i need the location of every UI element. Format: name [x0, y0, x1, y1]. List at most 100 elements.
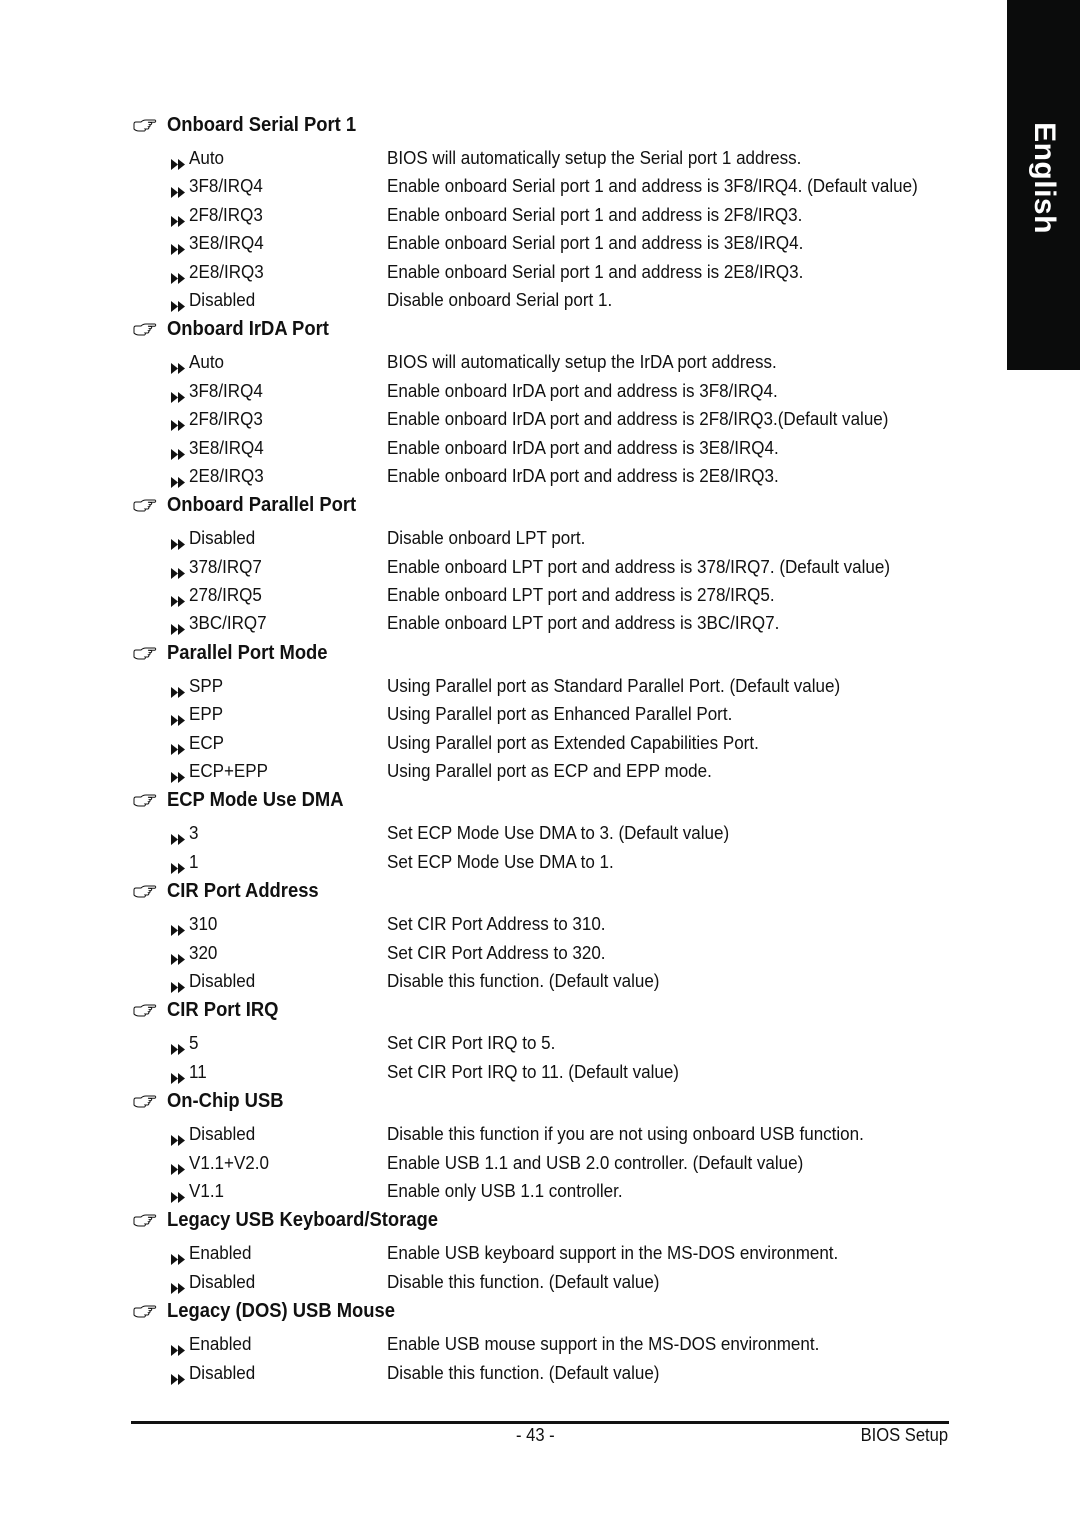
option-description: Disable onboard Serial port 1. — [387, 288, 613, 310]
double-right-arrow-icon — [171, 533, 186, 551]
settings-section: CIR Port Address 310 Set CIR Port Address … — [133, 876, 953, 995]
option-row: V1.1+V2.0 Enable USB 1.1 and USB 2.0 cont… — [133, 1149, 953, 1177]
option-description: Enable USB keyboard support in the MS-DO… — [387, 1242, 839, 1264]
option-row: 11 Set CIR Port IRQ to 11. (Default value… — [133, 1058, 953, 1086]
option-description: Enable only USB 1.1 controller. — [387, 1179, 623, 1201]
option-value: EPP — [189, 703, 224, 725]
option-row: ECP+EPP Using Parallel port as ECP and EP… — [133, 757, 953, 785]
option-row: 2F8/IRQ3 Enable onboard IrDA port and add… — [133, 405, 953, 433]
double-right-arrow-icon — [171, 618, 186, 636]
option-row: 378/IRQ7 Enable onboard LPT port and addr… — [133, 553, 953, 581]
option-description: Disable this function. (Default value) — [387, 1361, 660, 1383]
section-header: Parallel Port Mode — [133, 638, 953, 672]
option-value: 3F8/IRQ4 — [189, 379, 263, 401]
option-row: Enabled Enable USB keyboard support in th… — [133, 1239, 953, 1267]
double-right-arrow-icon — [171, 738, 186, 755]
option-value: ECP — [189, 731, 225, 753]
double-right-arrow-icon — [171, 181, 186, 199]
section-title: CIR Port Address — [167, 880, 319, 903]
section-title: Onboard Parallel Port — [167, 494, 357, 517]
section-header: Legacy USB Keyboard/Storage — [133, 1205, 953, 1239]
section-header: CIR Port IRQ — [133, 995, 953, 1029]
double-right-arrow-icon — [171, 386, 186, 403]
double-right-arrow-icon — [171, 471, 186, 488]
settings-section: Onboard Serial Port 1 Auto BIOS will autom… — [133, 110, 953, 314]
option-row: 3E8/IRQ4 Enable onboard IrDA port and add… — [133, 434, 953, 462]
option-row: 278/IRQ5 Enable onboard LPT port and addr… — [133, 581, 953, 609]
option-value: V1.1 — [189, 1179, 225, 1201]
option-row: 310 Set CIR Port Address to 310. — [133, 910, 953, 938]
pointing-hand-icon — [133, 794, 157, 808]
section-title: Legacy USB Keyboard/Storage — [167, 1209, 438, 1232]
option-description: Using Parallel port as Enhanced Parallel… — [387, 703, 733, 725]
pointing-hand-icon — [133, 1095, 157, 1109]
section-header: CIR Port Address — [133, 876, 953, 910]
option-value: Disabled — [189, 288, 256, 310]
option-description: Set CIR Port IRQ to 11. (Default value) — [387, 1060, 679, 1082]
option-description: Disable this function if you are not usi… — [387, 1123, 864, 1145]
footer-chapter-title: BIOS Setup — [860, 1425, 948, 1445]
double-right-arrow-icon — [171, 443, 186, 460]
option-value: 320 — [189, 941, 218, 963]
option-description: Disable this function. (Default value) — [387, 1270, 660, 1292]
option-value: Disabled — [189, 969, 256, 991]
option-description: Using Parallel port as Standard Parallel… — [387, 674, 841, 696]
option-description: Enable USB 1.1 and USB 2.0 controller. (… — [387, 1151, 804, 1173]
option-value: Auto — [189, 147, 225, 168]
option-description: Enable onboard Serial port 1 and address… — [387, 203, 803, 225]
option-value: 2E8/IRQ3 — [189, 260, 264, 282]
double-right-arrow-icon — [171, 681, 186, 698]
double-right-arrow-icon — [171, 709, 186, 727]
double-right-arrow-icon — [171, 1186, 186, 1203]
option-row: 3F8/IRQ4 Enable onboard IrDA port and add… — [133, 377, 953, 405]
option-description: Enable onboard LPT port and address is 3… — [387, 612, 780, 634]
option-row: Enabled Enable USB mouse support in the M… — [133, 1330, 953, 1358]
option-row: 3E8/IRQ4 Enable onboard Serial port 1 and… — [133, 229, 953, 257]
section-header: On-Chip USB — [133, 1086, 953, 1120]
option-value: 2F8/IRQ3 — [189, 408, 263, 430]
language-tab: English — [1007, 0, 1080, 370]
option-row: 2E8/IRQ3 Enable onboard Serial port 1 and… — [133, 258, 953, 286]
option-value: 310 — [189, 913, 218, 935]
pointing-hand-icon — [133, 1214, 157, 1228]
option-description: Using Parallel port as ECP and EPP mode. — [387, 760, 712, 782]
option-row: 320 Set CIR Port Address to 320. — [133, 939, 953, 967]
double-right-arrow-icon — [171, 857, 186, 874]
settings-section: CIR Port IRQ 5 Set CIR Port IRQ to 5. 11 Set… — [133, 995, 953, 1086]
option-value: 2E8/IRQ3 — [189, 464, 264, 486]
section-header: Legacy (DOS) USB Mouse — [133, 1296, 953, 1330]
option-row: Disabled Disable this function. (Default … — [133, 1268, 953, 1296]
option-row: 3F8/IRQ4 Enable onboard Serial port 1 and… — [133, 172, 953, 200]
section-header: Onboard Parallel Port — [133, 490, 953, 524]
section-header: Onboard IrDA Port — [133, 314, 953, 348]
option-description: Disable this function. (Default value) — [387, 969, 660, 991]
option-row: Auto BIOS will automatically setup the Ir… — [133, 348, 953, 376]
option-description: Enable USB mouse support in the MS-DOS e… — [387, 1333, 820, 1355]
section-title: ECP Mode Use DMA — [167, 789, 344, 812]
option-row: 3BC/IRQ7 Enable onboard LPT port and addr… — [133, 609, 953, 637]
option-value: 11 — [189, 1060, 207, 1082]
option-row: 2E8/IRQ3 Enable onboard IrDA port and add… — [133, 462, 953, 490]
double-right-arrow-icon — [171, 948, 186, 965]
option-description: Enable onboard Serial port 1 and address… — [387, 175, 918, 197]
option-description: Enable onboard IrDA port and address is … — [387, 379, 778, 401]
section-header: ECP Mode Use DMA — [133, 785, 953, 819]
section-title: Parallel Port Mode — [167, 641, 328, 664]
option-value: Disabled — [189, 1270, 256, 1292]
section-title: Onboard Serial Port 1 — [167, 114, 357, 136]
option-value: Disabled — [189, 527, 256, 549]
option-row: ECP Using Parallel port as Extended Capab… — [133, 729, 953, 757]
double-right-arrow-icon — [171, 919, 186, 937]
option-value: Disabled — [189, 1123, 256, 1145]
option-row: Disabled Disable onboard LPT port. — [133, 524, 953, 552]
section-title: CIR Port IRQ — [167, 999, 279, 1022]
option-row: Disabled Disable this function. (Default … — [133, 967, 953, 995]
settings-section: Legacy USB Keyboard/Storage Enabled Enable… — [133, 1205, 953, 1296]
double-right-arrow-icon — [171, 295, 186, 312]
option-row: 3 Set ECP Mode Use DMA to 3. (Default val… — [133, 819, 953, 847]
option-value: 3E8/IRQ4 — [189, 436, 264, 458]
double-right-arrow-icon — [171, 1248, 186, 1266]
footer-divider — [131, 1421, 949, 1424]
option-description: Enable onboard IrDA port and address is … — [387, 408, 889, 430]
option-row: 1 Set ECP Mode Use DMA to 1. — [133, 848, 953, 876]
